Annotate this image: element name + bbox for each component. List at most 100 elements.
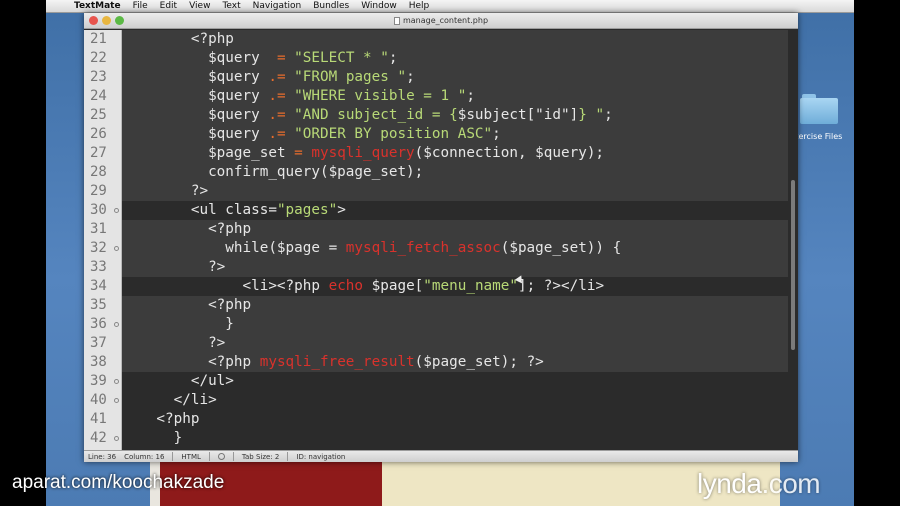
line-number-text: 34 <box>90 278 107 294</box>
code-line[interactable]: $query .= "FROM pages "; <box>122 68 788 87</box>
code-token: mysqli_free_result <box>259 354 415 370</box>
menu-view[interactable]: View <box>183 1 216 11</box>
code-line[interactable]: $query .= "ORDER BY position ASC"; <box>122 125 788 144</box>
line-number-text: 24 <box>90 88 107 104</box>
line-number: 37 <box>84 334 122 353</box>
menu-help[interactable]: Help <box>403 1 436 11</box>
zoom-button[interactable] <box>115 16 124 25</box>
folder-label[interactable]: xercise Files <box>794 132 842 141</box>
close-button[interactable] <box>89 16 98 25</box>
menu-navigation[interactable]: Navigation <box>247 1 308 11</box>
line-number: 27 <box>84 144 122 163</box>
menu-edit[interactable]: Edit <box>154 1 183 11</box>
line-number: 23 <box>84 68 122 87</box>
line-number: 35 <box>84 296 122 315</box>
code-token: $query <box>208 50 260 66</box>
status-bar: Line: 36 Column: 16 HTML Tab Size: 2 ID:… <box>84 450 798 462</box>
letterbox-left <box>0 0 46 506</box>
line-number: 30 <box>84 201 122 220</box>
language-selector[interactable]: HTML <box>181 453 200 461</box>
code-token: ; <box>604 107 613 123</box>
code-area[interactable]: <?php $query = "SELECT * "; $query .= "F… <box>122 30 788 450</box>
code-token: <?php <box>122 297 252 313</box>
code-line[interactable]: } <box>122 315 788 334</box>
fold-toggle-icon[interactable] <box>114 436 119 441</box>
code-token: "WHERE visible = 1 " <box>294 88 467 104</box>
watermark-left: aparat.com/koochakzade <box>12 472 225 493</box>
line-number-text: 33 <box>90 259 107 275</box>
line-number: 40 <box>84 391 122 410</box>
code-token: ; <box>406 69 415 85</box>
code-line[interactable]: </li> <box>122 391 788 410</box>
code-line[interactable]: <?php <box>122 296 788 315</box>
line-number-text: 42 <box>90 430 107 446</box>
code-line[interactable]: <ul class="pages"> <box>122 201 788 220</box>
code-token: <?php <box>190 31 234 47</box>
code-token: = <box>259 50 295 66</box>
code-line[interactable]: <?php <box>122 410 788 429</box>
code-line[interactable]: <?php <box>122 220 788 239</box>
fold-toggle-icon[interactable] <box>114 246 119 251</box>
code-token: while($page = <box>122 240 346 256</box>
code-line[interactable]: <li><?php echo $page["menu_name"]; ?></l… <box>122 277 788 296</box>
vertical-scrollbar[interactable] <box>788 30 798 450</box>
folder-icon[interactable] <box>800 94 838 124</box>
letterbox-right <box>854 0 900 506</box>
gear-icon[interactable] <box>217 453 225 460</box>
code-line[interactable]: <?php <box>122 30 788 49</box>
line-number: 21 <box>84 30 122 49</box>
code-line[interactable]: while($page = mysqli_fetch_assoc($page_s… <box>122 239 788 258</box>
code-token: <?php <box>122 221 252 237</box>
code-line[interactable]: ?> <box>122 258 788 277</box>
code-token: } <box>122 316 234 332</box>
code-token: mysqli_query <box>311 145 415 161</box>
menu-window[interactable]: Window <box>355 1 403 11</box>
menu-file[interactable]: File <box>127 1 154 11</box>
code-token: $query <box>208 69 260 85</box>
code-token: = <box>285 145 312 161</box>
line-number-text: 37 <box>90 335 107 351</box>
code-line[interactable]: ?> <box>122 182 788 201</box>
code-line[interactable]: $page_set = mysqli_query($connection, $q… <box>122 144 788 163</box>
code-line[interactable]: } <box>122 429 788 448</box>
menu-textmate[interactable]: TextMate <box>68 1 127 11</box>
line-number: 31 <box>84 220 122 239</box>
code-token: ?> <box>122 183 209 199</box>
code-token: $query <box>208 107 260 123</box>
line-number: 29 <box>84 182 122 201</box>
title-bar[interactable]: manage_content.php <box>84 13 798 29</box>
line-number-text: 28 <box>90 164 107 180</box>
window-title: manage_content.php <box>402 16 489 25</box>
menu-bundles[interactable]: Bundles <box>307 1 355 11</box>
code-editor[interactable]: 21 22 23 24 25 26 27 28 29 30 31 32 33 34 35 36 37 38 39 40… <box>84 30 798 450</box>
code-token: echo <box>328 278 364 294</box>
code-token: ($connection, $query); <box>414 145 605 161</box>
code-line[interactable]: </ul> <box>122 372 788 391</box>
menu-text[interactable]: Text <box>216 1 246 11</box>
code-token: ($page_set); ?> <box>414 354 544 370</box>
tab-size-selector[interactable]: Tab Size: 2 <box>242 453 279 461</box>
code-token: $query <box>208 126 260 142</box>
code-line[interactable]: $query .= "AND subject_id = {$subject["i… <box>122 106 788 125</box>
code-line[interactable]: <?php mysqli_free_result($page_set); ?> <box>122 353 788 372</box>
fold-toggle-icon[interactable] <box>114 322 119 327</box>
line-number-text: 25 <box>90 107 107 123</box>
minimize-button[interactable] <box>102 16 111 25</box>
code-line[interactable]: ?> <box>122 334 788 353</box>
fold-toggle-icon[interactable] <box>114 398 119 403</box>
scrollbar-thumb[interactable] <box>791 180 795 350</box>
symbol-selector[interactable]: ID: navigation <box>296 453 345 461</box>
fold-toggle-icon[interactable] <box>114 208 119 213</box>
code-token: $page[ <box>363 278 424 294</box>
code-token: } " <box>578 107 605 123</box>
code-line[interactable]: $query = "SELECT * "; <box>122 49 788 68</box>
code-token: <li><?php <box>122 278 329 294</box>
code-line[interactable]: confirm_query($page_set); <box>122 163 788 182</box>
code-line[interactable]: $query .= "WHERE visible = 1 "; <box>122 87 788 106</box>
code-token: <ul class= <box>122 202 277 218</box>
fold-toggle-icon[interactable] <box>114 379 119 384</box>
